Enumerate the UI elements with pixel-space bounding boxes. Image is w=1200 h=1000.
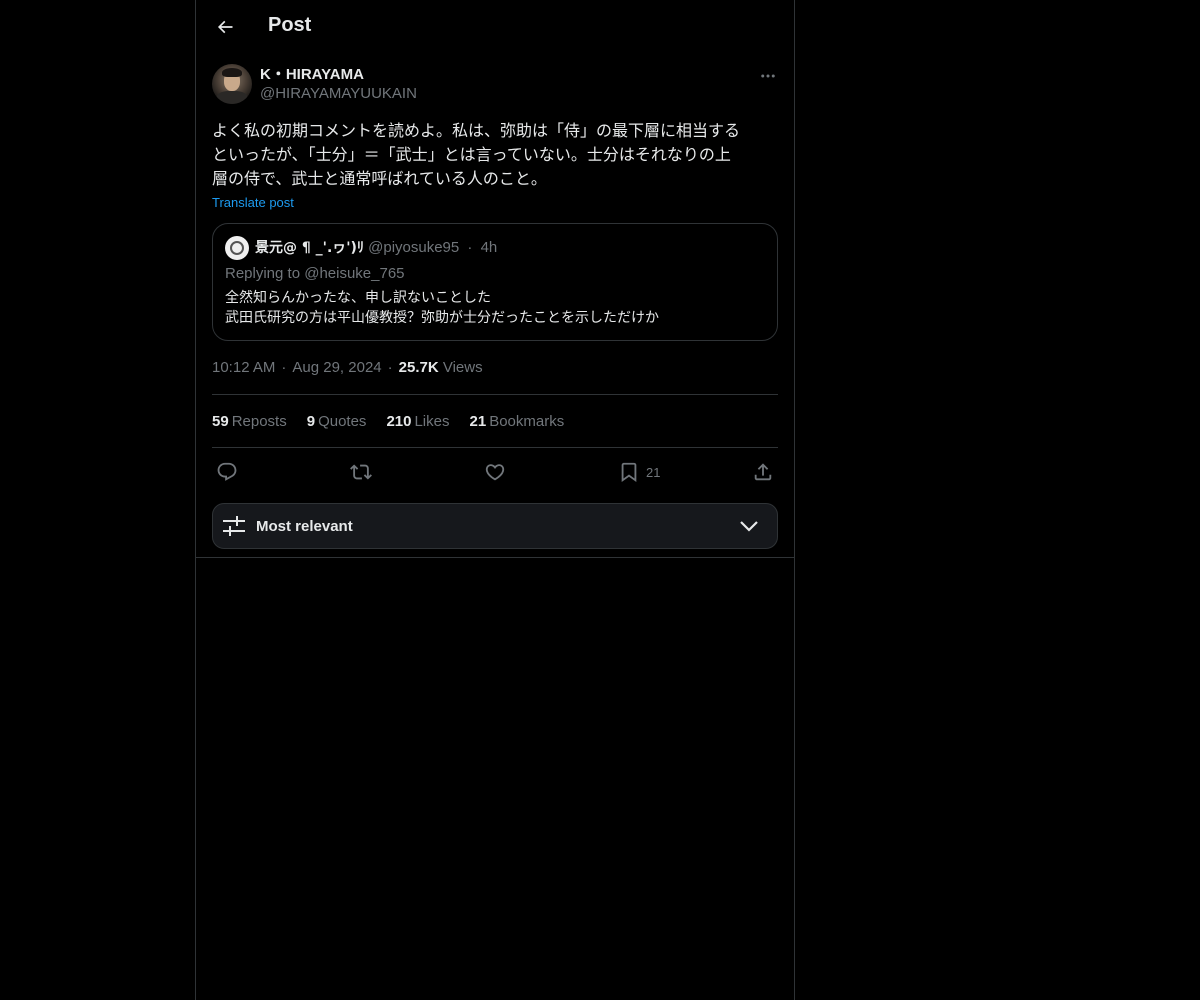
- quote-author-handle: @piyosuke95: [368, 239, 460, 256]
- action-bar: 21: [212, 458, 778, 486]
- author-handle[interactable]: @HIRAYAMAYUUKAIN: [260, 84, 417, 104]
- meta-separator: ·: [387, 359, 393, 376]
- sort-label: Most relevant: [256, 518, 353, 535]
- repost-icon: [350, 464, 372, 480]
- reposts-stat[interactable]: 59 Reposts: [212, 413, 287, 430]
- likes-label: Likes: [414, 413, 450, 430]
- arrow-left-icon: [217, 20, 233, 34]
- post-time[interactable]: 10:12 AM: [212, 359, 275, 376]
- heart-icon: [485, 464, 505, 481]
- author-info: K・HIRAYAMA @HIRAYAMAYUUKAIN: [260, 66, 417, 104]
- reposts-count: 59: [212, 413, 229, 430]
- quote-time: 4h: [480, 239, 498, 256]
- share-icon: [754, 463, 772, 481]
- page-header: Post: [196, 0, 794, 53]
- main-column: Post K・HIRAYAMA @HIRAYAMAYUUKAIN よく私の初期コ…: [195, 0, 795, 1000]
- likes-stat[interactable]: 210 Likes: [386, 413, 449, 430]
- post-date[interactable]: Aug 29, 2024: [292, 359, 381, 376]
- likes-count: 210: [386, 413, 412, 430]
- views-label: Views: [442, 359, 483, 376]
- post-meta: 10:12 AM · Aug 29, 2024 · 25.7K Views: [212, 359, 483, 376]
- bookmarks-stat[interactable]: 21 Bookmarks: [470, 413, 565, 430]
- repost-button[interactable]: [350, 458, 372, 486]
- translate-link[interactable]: Translate post: [212, 195, 294, 210]
- quotes-count: 9: [306, 413, 316, 430]
- bookmark-icon: [621, 462, 637, 483]
- quote-replying-to: Replying to @heisuke_765: [225, 265, 405, 282]
- bookmarks-label: Bookmarks: [489, 413, 565, 430]
- bookmarks-count: 21: [469, 413, 487, 430]
- chevron-down-icon: [740, 521, 758, 532]
- quotes-label: Quotes: [318, 413, 367, 430]
- meta-separator: ·: [281, 359, 287, 376]
- more-button[interactable]: [758, 66, 778, 86]
- reply-icon: [217, 462, 237, 481]
- avatar[interactable]: [212, 64, 252, 104]
- quoted-post[interactable]: 景元@ ¶ _'.ヮ')ﾘ @piyosuke95 · 4h Replying …: [212, 223, 778, 341]
- quote-avatar: [225, 236, 249, 260]
- bookmark-button[interactable]: 21: [618, 458, 660, 486]
- quote-text: 全然知らんかったな、申し訳ないことした 武田氏研究の方は平山優教授？弥助が士分だ…: [225, 290, 659, 326]
- page-title: Post: [268, 14, 312, 36]
- views-count: 25.7K: [398, 359, 439, 376]
- like-button[interactable]: [484, 458, 506, 486]
- divider: [212, 394, 778, 395]
- reply-button[interactable]: [216, 458, 238, 486]
- share-button[interactable]: [752, 458, 774, 486]
- post-text: よく私の初期コメントを読めよ。私は、弥助は「侍」の最下層に相当する といったが、…: [212, 121, 741, 188]
- sort-replies-dropdown[interactable]: Most relevant: [212, 503, 778, 549]
- more-horizontal-icon: [761, 74, 775, 78]
- author-name[interactable]: K・HIRAYAMA: [260, 66, 417, 84]
- post-stats: 59 Reposts 9 Quotes 210 Likes 21 Bookmarks: [212, 413, 564, 430]
- bookmark-count: 21: [646, 464, 661, 480]
- reposts-label: Reposts: [231, 413, 287, 430]
- quote-author-name: 景元@ ¶ _'.ヮ')ﾘ: [255, 240, 364, 256]
- sliders-icon: [223, 516, 245, 536]
- back-button[interactable]: [208, 10, 242, 44]
- divider: [196, 557, 794, 558]
- quote-header: 景元@ ¶ _'.ヮ')ﾘ @piyosuke95 · 4h: [255, 239, 497, 257]
- quote-separator: ·: [467, 239, 473, 256]
- quotes-stat[interactable]: 9 Quotes: [307, 413, 367, 430]
- divider: [212, 447, 778, 448]
